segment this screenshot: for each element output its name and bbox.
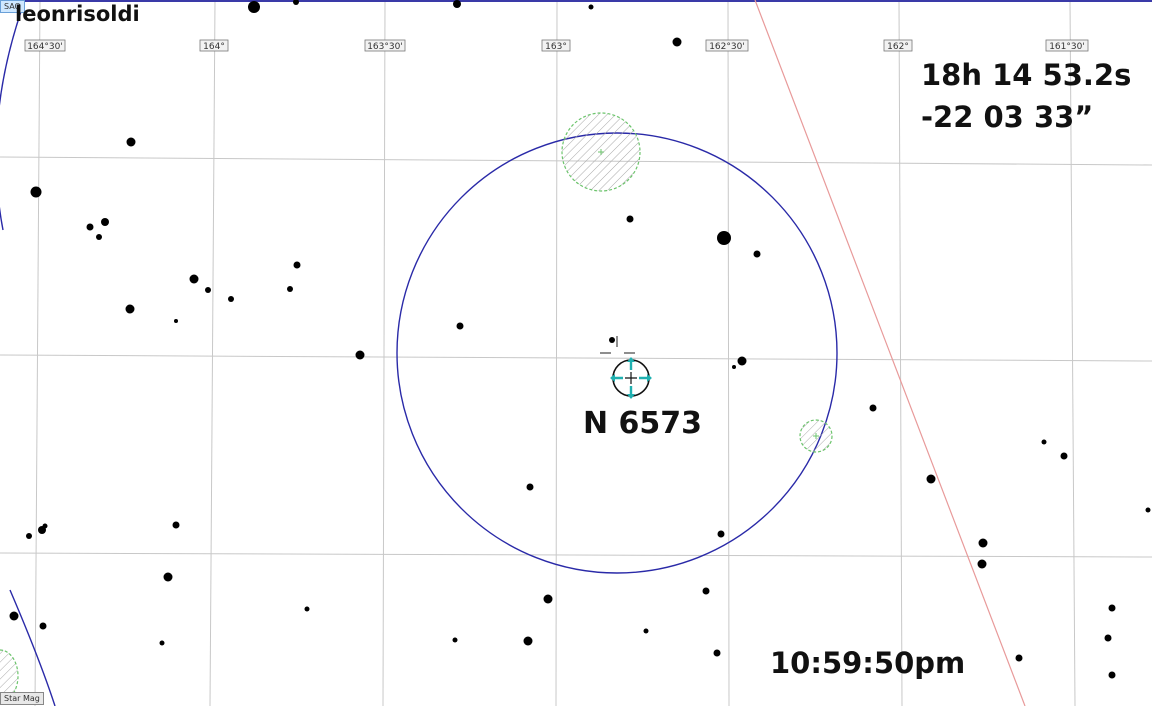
svg-text:164°: 164° (203, 42, 225, 52)
star[interactable] (978, 538, 988, 548)
star[interactable] (543, 594, 553, 604)
svg-text:162°30': 162°30' (709, 42, 745, 52)
star[interactable] (126, 137, 136, 147)
star[interactable] (526, 483, 534, 491)
ra-tick-label: 164°30' (24, 39, 66, 52)
time-readout: 10:59:50pm (770, 646, 966, 680)
grid-line-meridian (209, 0, 216, 706)
star[interactable] (717, 530, 725, 538)
star[interactable] (42, 523, 48, 529)
star[interactable] (248, 1, 260, 13)
horizon-arc (0, 0, 26, 231)
star[interactable] (125, 304, 135, 314)
star[interactable] (1015, 654, 1023, 662)
svg-text:161°30': 161°30' (1049, 42, 1085, 52)
star[interactable] (453, 0, 461, 8)
svg-text:162°: 162° (887, 42, 909, 52)
star[interactable] (293, 0, 299, 5)
galaxy-marker[interactable] (799, 419, 833, 453)
ra-tick-label: 164° (199, 39, 229, 52)
star[interactable] (869, 404, 877, 412)
right-ascension-readout: 18h 14 53.2s (921, 58, 1132, 92)
star[interactable] (452, 637, 458, 643)
horizon-arc (9, 589, 56, 706)
star[interactable] (753, 250, 761, 258)
star[interactable] (355, 350, 365, 360)
svg-text:163°: 163° (545, 42, 567, 52)
star[interactable] (101, 218, 109, 226)
star[interactable] (304, 606, 310, 612)
star[interactable] (737, 356, 747, 366)
star[interactable] (96, 234, 102, 240)
star[interactable] (159, 640, 165, 646)
ra-tick-label: 163°30' (364, 39, 406, 52)
grid-line-meridian (555, 0, 558, 706)
star[interactable] (523, 636, 533, 646)
app-footer-tag: Star Mag (0, 692, 44, 705)
grid-line-parallel (0, 354, 1152, 362)
star[interactable] (1041, 439, 1047, 445)
grid-line-meridian (727, 0, 730, 706)
star[interactable] (293, 261, 301, 269)
ra-tick-label: 162°30' (705, 39, 749, 52)
star[interactable] (287, 286, 293, 292)
star[interactable] (228, 296, 234, 302)
star[interactable] (732, 365, 736, 369)
star[interactable] (609, 337, 615, 343)
star[interactable] (86, 223, 94, 231)
star[interactable] (1108, 604, 1116, 612)
star[interactable] (9, 611, 19, 621)
grid-line-meridian (898, 0, 903, 706)
star[interactable] (30, 186, 42, 198)
ra-tick-label: 163° (541, 39, 571, 52)
grid-line-meridian (382, 0, 386, 706)
star[interactable] (189, 274, 199, 284)
star[interactable] (977, 559, 987, 569)
star[interactable] (39, 622, 47, 630)
crosshair-cursor-icon (600, 336, 635, 354)
star[interactable] (717, 231, 731, 245)
star[interactable] (1104, 634, 1112, 642)
star[interactable] (1108, 671, 1116, 679)
svg-text:163°30': 163°30' (367, 42, 403, 52)
grid-line-meridian (34, 0, 41, 706)
star[interactable] (926, 474, 936, 484)
grid-line-parallel (0, 552, 1152, 558)
star[interactable] (702, 587, 710, 595)
star[interactable] (456, 322, 464, 330)
telescope-reticle-icon[interactable] (610, 357, 652, 399)
star[interactable] (626, 215, 634, 223)
galaxy-marker[interactable] (561, 112, 641, 192)
star[interactable] (205, 287, 211, 293)
star[interactable] (163, 572, 173, 582)
star[interactable] (713, 649, 721, 657)
declination-readout: -22 03 33” (921, 100, 1094, 134)
star[interactable] (672, 37, 682, 47)
star[interactable] (1060, 452, 1068, 460)
svg-text:164°30': 164°30' (27, 42, 63, 52)
ra-tick-label: 161°30' (1045, 39, 1089, 52)
star[interactable] (588, 4, 594, 10)
ra-tick-labels: 164°30' 164° 163°30' 163° 162°30' 162° 1… (24, 39, 1089, 52)
star[interactable] (1145, 507, 1151, 513)
star[interactable] (174, 319, 178, 323)
star[interactable] (26, 533, 32, 539)
star[interactable] (643, 628, 649, 634)
target-object-label: N 6573 (583, 406, 703, 441)
ra-tick-label: 162° (883, 39, 913, 52)
star[interactable] (172, 521, 180, 529)
field-of-view-circle (396, 132, 838, 574)
author-watermark: leonrisoldi (15, 2, 140, 26)
